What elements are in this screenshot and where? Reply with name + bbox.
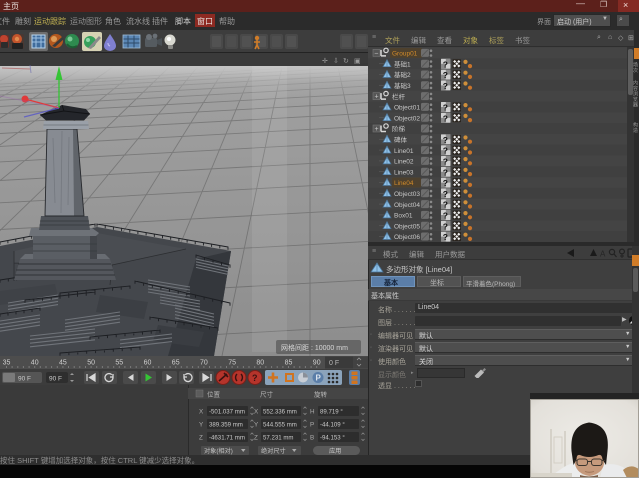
- svg-text:Object01: Object01: [394, 105, 420, 112]
- svg-text:X: X: [254, 409, 259, 416]
- svg-text:65: 65: [172, 360, 180, 367]
- svg-text:Y: Y: [254, 422, 259, 429]
- svg-text:基础3: 基础3: [394, 81, 411, 90]
- svg-text:Object02: Object02: [394, 115, 420, 122]
- svg-text:80: 80: [256, 360, 264, 367]
- svg-text:?: ?: [443, 113, 448, 123]
- svg-text:-94.153 °: -94.153 °: [320, 435, 345, 442]
- svg-text:应用: 应用: [329, 447, 341, 455]
- svg-text:尺寸: 尺寸: [260, 390, 274, 399]
- svg-text:90 F: 90 F: [49, 376, 62, 383]
- svg-text:60: 60: [144, 360, 152, 367]
- svg-text:绝对尺寸: 绝对尺寸: [261, 447, 286, 455]
- svg-text:Object06: Object06: [394, 234, 420, 241]
- svg-text:?: ?: [443, 200, 448, 210]
- svg-text:+: +: [375, 126, 379, 133]
- svg-text:P: P: [310, 422, 314, 429]
- svg-text:75: 75: [228, 360, 236, 367]
- svg-text:X: X: [199, 409, 204, 416]
- svg-text:50: 50: [87, 360, 95, 367]
- svg-text:?: ?: [443, 232, 448, 242]
- svg-text:栏杆: 栏杆: [392, 92, 406, 101]
- svg-text:?: ?: [443, 103, 448, 113]
- svg-text:✛: ✛: [322, 57, 328, 65]
- svg-text:碑体: 碑体: [394, 135, 408, 144]
- svg-text:57.231 mm: 57.231 mm: [263, 435, 293, 442]
- svg-text:Line01: Line01: [394, 148, 414, 155]
- svg-text:▣: ▣: [354, 58, 361, 65]
- svg-text:?: ?: [443, 178, 448, 188]
- svg-text:↻: ↻: [343, 58, 349, 65]
- svg-text:?: ?: [443, 157, 448, 167]
- svg-text:对象(相对): 对象(相对): [204, 447, 233, 455]
- svg-text:Line04: Line04: [394, 180, 414, 187]
- svg-text:B: B: [310, 435, 314, 442]
- svg-text:?: ?: [252, 373, 258, 383]
- svg-text:85: 85: [285, 360, 293, 367]
- svg-text:Object05: Object05: [394, 223, 420, 230]
- svg-text:A: A: [600, 250, 606, 259]
- svg-text:89.719 °: 89.719 °: [320, 409, 343, 416]
- svg-text:?: ?: [443, 81, 448, 91]
- svg-text:?: ?: [443, 146, 448, 156]
- svg-text:Group01: Group01: [392, 51, 418, 58]
- svg-text:389.359 mm: 389.359 mm: [209, 422, 243, 429]
- svg-text:?: ?: [443, 70, 448, 80]
- svg-text:?: ?: [443, 189, 448, 199]
- svg-text:45: 45: [59, 360, 67, 367]
- svg-text:⇩: ⇩: [333, 57, 339, 65]
- svg-text:Object04: Object04: [394, 202, 420, 209]
- svg-text:位置: 位置: [207, 390, 221, 399]
- svg-text:H: H: [310, 409, 315, 416]
- svg-text:Line03: Line03: [394, 169, 414, 176]
- svg-text:基础2: 基础2: [394, 70, 411, 79]
- svg-text:70: 70: [200, 360, 208, 367]
- svg-text:Box01: Box01: [394, 213, 413, 220]
- svg-text:55: 55: [115, 360, 123, 367]
- svg-text:?: ?: [443, 167, 448, 177]
- svg-text:基础1: 基础1: [394, 59, 411, 68]
- svg-text:-501.037 mm: -501.037 mm: [209, 409, 245, 416]
- svg-text:网格间距 : 10000 mm: 网格间距 : 10000 mm: [281, 343, 348, 352]
- svg-text:35: 35: [3, 360, 11, 367]
- svg-text:90 F: 90 F: [18, 376, 31, 383]
- svg-text:40: 40: [31, 360, 39, 367]
- svg-text:Z: Z: [254, 435, 258, 442]
- svg-text:544.555 mm: 544.555 mm: [263, 422, 297, 429]
- svg-text:Line02: Line02: [394, 159, 414, 166]
- svg-text:?: ?: [443, 59, 448, 69]
- svg-text:90: 90: [313, 360, 321, 367]
- svg-text:旋转: 旋转: [314, 390, 328, 399]
- svg-text:?: ?: [443, 211, 448, 221]
- svg-text:?: ?: [443, 221, 448, 231]
- svg-text:?: ?: [443, 135, 448, 145]
- svg-text:Z: Z: [199, 435, 203, 442]
- svg-text:+: +: [375, 94, 379, 101]
- svg-text:Object03: Object03: [394, 191, 420, 198]
- svg-text:P: P: [316, 374, 322, 383]
- svg-text:Y: Y: [199, 422, 204, 429]
- svg-text:阶梯: 阶梯: [392, 124, 406, 133]
- svg-text:-44.109 °: -44.109 °: [320, 422, 345, 429]
- svg-text:-4631.71 mm: -4631.71 mm: [209, 435, 245, 442]
- svg-text:552.336 mm: 552.336 mm: [263, 409, 297, 416]
- svg-text:0 F: 0 F: [329, 360, 339, 367]
- svg-text:−: −: [374, 51, 378, 58]
